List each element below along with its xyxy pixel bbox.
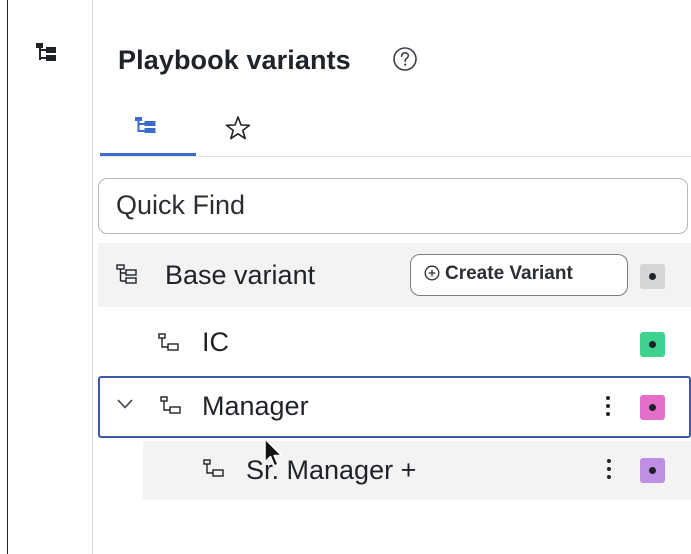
left-rail (0, 0, 93, 554)
variant-label: Base variant (165, 260, 316, 290)
variant-row-manager[interactable]: Manager (98, 376, 691, 438)
question-circle-icon[interactable] (392, 46, 418, 72)
variant-node-icon (158, 333, 179, 351)
color-swatch-base[interactable] (640, 264, 665, 289)
more-options-icon[interactable] (604, 396, 612, 418)
variant-label: Manager (202, 391, 309, 421)
create-variant-button[interactable]: Create Variant (410, 254, 628, 296)
quick-find-input[interactable]: Quick Find (98, 178, 688, 234)
tab-favorites[interactable] (210, 106, 266, 156)
variant-label: IC (202, 327, 229, 357)
tree-icon[interactable] (36, 43, 58, 63)
create-variant-label: Create Variant (445, 263, 573, 284)
page-title: Playbook variants (118, 45, 351, 75)
color-swatch-ic[interactable] (640, 332, 665, 357)
more-options-icon[interactable] (605, 459, 613, 481)
star-icon (225, 116, 251, 140)
variant-row-sr-manager[interactable]: Sr. Manager + (143, 441, 691, 500)
color-swatch-manager[interactable] (640, 395, 665, 420)
chevron-down-icon[interactable] (116, 398, 134, 410)
variant-node-icon (203, 459, 224, 477)
plus-circle-icon (424, 265, 440, 281)
tab-tree[interactable] (100, 106, 196, 156)
variant-label: Sr. Manager + (246, 455, 417, 485)
color-swatch-sr-manager[interactable] (640, 458, 665, 483)
variant-row-ic[interactable]: IC (98, 313, 691, 373)
window-edge (7, 0, 8, 554)
tree-icon (135, 117, 156, 133)
variant-row-base[interactable]: Base variant Create Variant (98, 243, 691, 307)
variant-tree-icon (116, 264, 137, 284)
tabs-divider (100, 156, 691, 157)
variant-node-icon (160, 396, 181, 414)
